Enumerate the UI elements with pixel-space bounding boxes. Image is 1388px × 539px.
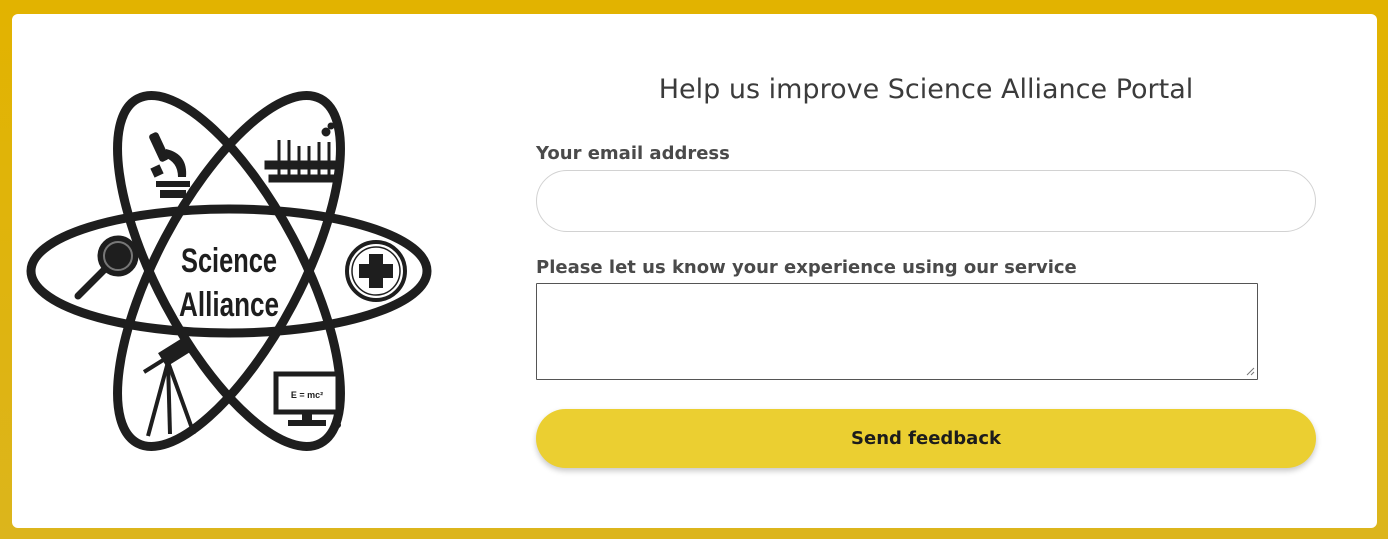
- experience-label: Please let us know your experience using…: [536, 257, 1077, 278]
- page-title: Help us improve Science Alliance Portal: [658, 74, 1194, 105]
- computer-icon: E = mc²: [273, 371, 341, 428]
- logo-line-science: Science: [181, 242, 277, 280]
- logo-line-alliance: Alliance: [179, 286, 279, 324]
- microscope-icon: [149, 132, 190, 198]
- email-field[interactable]: [536, 170, 1316, 232]
- resize-grip-icon[interactable]: [1245, 366, 1255, 376]
- send-feedback-button[interactable]: Send feedback: [536, 409, 1316, 468]
- email-label: Your email address: [536, 143, 730, 164]
- experience-textarea[interactable]: [536, 283, 1258, 380]
- test-tubes-icon: [264, 122, 340, 183]
- medical-cross-icon: [345, 240, 407, 302]
- formula-text: E = mc²: [291, 390, 323, 400]
- telescope-icon: [142, 337, 196, 437]
- feedback-card: E = mc² Science Alliance Help us improve…: [12, 14, 1377, 528]
- science-alliance-logo: E = mc² Science Alliance: [26, 91, 432, 451]
- magnifying-glass-icon: [74, 235, 139, 300]
